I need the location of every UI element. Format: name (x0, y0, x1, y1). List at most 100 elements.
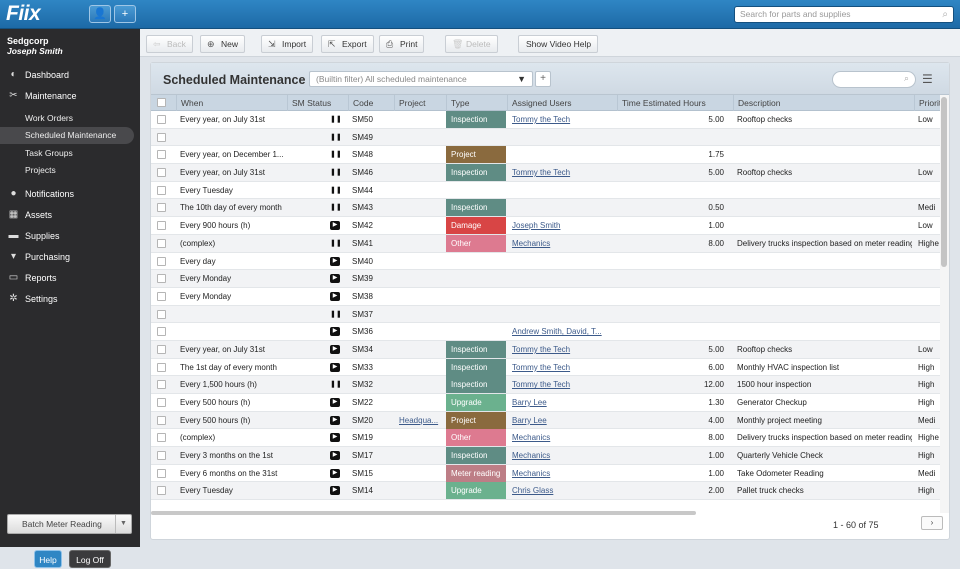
scroll-thumb[interactable] (941, 97, 947, 267)
row-checkbox[interactable] (157, 185, 166, 195)
sidebar-subitem-scheduled-maintenance[interactable]: Scheduled Maintenance (0, 127, 134, 144)
project-link[interactable] (399, 323, 444, 340)
pause-icon[interactable]: ❚❚ (330, 203, 342, 212)
row-checkbox[interactable] (157, 238, 166, 248)
play-icon[interactable]: ▶ (330, 362, 340, 372)
row-checkbox[interactable] (157, 256, 166, 266)
filter-select[interactable]: (Builtin filter) All scheduled maintenan… (309, 71, 533, 87)
row-checkbox[interactable] (157, 309, 166, 319)
sidebar-subitem-projects[interactable]: Projects (0, 162, 140, 179)
select-all-checkbox[interactable] (157, 98, 166, 107)
project-link[interactable] (399, 341, 444, 358)
play-icon[interactable]: ▶ (330, 344, 340, 354)
table-row[interactable]: Every 3 months on the 1st ▶ SM17 Inspection… (151, 447, 941, 465)
sidebar-item-dashboard[interactable]: ◐ Dashboard (0, 66, 140, 84)
play-icon[interactable]: ▶ (330, 274, 340, 284)
table-row[interactable]: Every 500 hours (h) ▶ SM20 Headqua... Projec… (151, 411, 941, 430)
assigned-users-link[interactable] (512, 182, 615, 199)
play-icon[interactable]: ▶ (330, 468, 340, 478)
sidebar-item-assets[interactable]: ▦ Assets (0, 206, 140, 224)
row-checkbox[interactable] (157, 291, 166, 301)
assigned-users-link[interactable]: Tommy the Tech (512, 341, 615, 358)
column-header-sm-status[interactable]: SM Status (287, 95, 348, 111)
assigned-users-link[interactable]: Joseph Smith (512, 217, 615, 234)
assigned-users-link[interactable] (512, 146, 615, 163)
project-link[interactable] (399, 376, 444, 393)
next-page-button[interactable]: › (921, 516, 943, 530)
row-checkbox[interactable] (157, 380, 166, 390)
assigned-users-link[interactable]: Mechanics (512, 447, 615, 464)
play-icon[interactable]: ▶ (330, 256, 340, 266)
assigned-users-link[interactable]: Tommy the Tech (512, 164, 615, 181)
row-checkbox[interactable] (157, 344, 166, 354)
pause-icon[interactable]: ❚❚ (330, 150, 342, 159)
assigned-users-link[interactable]: Barry Lee (512, 412, 615, 429)
back-button[interactable]: ⇦ Back (146, 35, 193, 53)
global-search-input[interactable]: Search for parts and supplies ⌕ (734, 6, 954, 23)
assigned-users-link[interactable]: Tommy the Tech (512, 111, 615, 128)
row-checkbox[interactable] (157, 468, 166, 478)
pause-icon[interactable]: ❚❚ (330, 168, 342, 177)
assigned-users-link[interactable]: Tommy the Tech (512, 376, 615, 393)
sidebar-item-purchasing[interactable]: ▾ Purchasing (0, 248, 140, 266)
table-row[interactable]: Every year, on December 1... ❚❚ SM48 Projec… (151, 146, 941, 165)
assigned-users-link[interactable] (512, 270, 615, 287)
row-checkbox[interactable] (157, 168, 166, 178)
table-row[interactable]: Every Tuesday ▶ SM14 Upgrade Chris Glass 2.00… (151, 482, 941, 501)
pause-icon[interactable]: ❚❚ (330, 186, 342, 195)
project-link[interactable] (399, 447, 444, 464)
assigned-users-link[interactable]: Tommy the Tech (512, 359, 615, 376)
project-link[interactable] (399, 306, 444, 323)
project-link[interactable] (399, 111, 444, 128)
project-link[interactable] (399, 253, 444, 270)
table-row[interactable]: ❚❚ SM49 (151, 128, 941, 147)
pause-icon[interactable]: ❚❚ (330, 310, 342, 319)
sidebar-item-reports[interactable]: ▭ Reports (0, 269, 140, 287)
table-row[interactable]: (complex) ❚❚ SM41 Other Mechanics 8.00 Deliver… (151, 234, 941, 253)
row-checkbox[interactable] (157, 327, 166, 337)
play-icon[interactable]: ▶ (330, 486, 340, 496)
play-icon[interactable]: ▶ (330, 221, 340, 231)
project-link[interactable] (399, 465, 444, 482)
column-header-description[interactable]: Description (733, 95, 914, 111)
column-header-project[interactable]: Project (394, 95, 446, 111)
row-checkbox[interactable] (157, 415, 166, 425)
row-checkbox[interactable] (157, 433, 166, 443)
add-button[interactable]: + (114, 5, 136, 23)
user-button[interactable]: 👤 (89, 5, 111, 23)
project-link[interactable] (399, 235, 444, 252)
sidebar-item-supplies[interactable]: ▬ Supplies (0, 227, 140, 245)
play-icon[interactable]: ▶ (330, 291, 340, 301)
table-row[interactable]: Every year, on July 31st ▶ SM34 Inspection T… (151, 340, 941, 359)
pause-icon[interactable]: ❚❚ (330, 133, 342, 142)
assigned-users-link[interactable]: Mechanics (512, 465, 615, 482)
table-row[interactable]: Every year, on July 31st ❚❚ SM46 Inspection… (151, 164, 941, 182)
table-row[interactable]: Every year, on July 31st ❚❚ SM50 Inspection… (151, 111, 941, 129)
show-video-help-button[interactable]: Show Video Help (518, 35, 599, 53)
export-button[interactable]: ⇱ Export (321, 35, 374, 53)
assigned-users-link[interactable]: Mechanics (512, 235, 615, 252)
row-checkbox[interactable] (157, 203, 166, 213)
project-link[interactable] (399, 182, 444, 199)
pause-icon[interactable]: ❚❚ (330, 239, 342, 248)
assigned-users-link[interactable] (512, 306, 615, 323)
table-row[interactable]: Every 6 months on the 31st ▶ SM15 Meter rea… (151, 464, 941, 483)
chevron-down-icon[interactable]: ▼ (115, 515, 131, 533)
pause-icon[interactable]: ❚❚ (330, 115, 342, 124)
project-link[interactable] (399, 429, 444, 446)
assigned-users-link[interactable]: Chris Glass (512, 482, 615, 499)
table-row[interactable]: ▶ SM36 Andrew Smith, David, T... (151, 323, 941, 341)
assigned-users-link[interactable] (512, 129, 615, 146)
table-row[interactable]: The 1st day of every month ▶ SM33 Inspectio… (151, 358, 941, 377)
fiix-logo[interactable]: Fiix (6, 2, 41, 26)
project-link[interactable] (399, 359, 444, 376)
table-row[interactable]: (complex) ▶ SM19 Other Mechanics 8.00 Delivery… (151, 429, 941, 448)
project-link[interactable] (399, 394, 444, 411)
horizontal-scrollbar[interactable] (151, 511, 696, 515)
table-row[interactable]: Every 1,500 hours (h) ❚❚ SM32 Inspection Tom… (151, 376, 941, 394)
vertical-scrollbar[interactable] (940, 95, 949, 513)
play-icon[interactable]: ▶ (330, 327, 340, 337)
column-list-icon[interactable]: ☰ (922, 72, 933, 86)
table-row[interactable]: Every Monday ▶ SM38 (151, 288, 941, 306)
sidebar-subitem-task-groups[interactable]: Task Groups (0, 145, 140, 162)
